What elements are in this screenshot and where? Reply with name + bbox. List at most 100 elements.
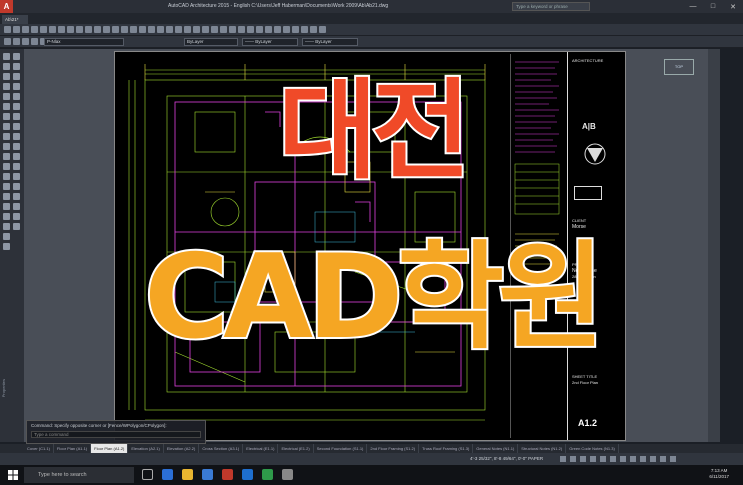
window-icon[interactable]	[220, 26, 227, 33]
layout-tab[interactable]: Elevation (A2.1)	[128, 444, 164, 453]
wall-icon[interactable]	[202, 26, 209, 33]
polar-toggle-icon[interactable]	[590, 456, 596, 462]
table-icon[interactable]	[175, 26, 182, 33]
layout-tab[interactable]: Green Code Notes (N1.3)	[566, 444, 619, 453]
line-icon[interactable]	[3, 53, 10, 60]
schedule-icon[interactable]	[283, 26, 290, 33]
table-tool-icon[interactable]	[3, 193, 10, 200]
save-icon[interactable]	[22, 26, 29, 33]
file-explorer-icon[interactable]	[182, 469, 193, 480]
new-icon[interactable]	[4, 26, 11, 33]
layout-tab[interactable]: Truss Roof Framing (S1.3)	[419, 444, 474, 453]
space-icon[interactable]	[265, 26, 272, 33]
settings-icon[interactable]	[282, 469, 293, 480]
block-icon[interactable]	[130, 26, 137, 33]
grid-toggle-icon[interactable]	[560, 456, 566, 462]
calculator-icon[interactable]	[193, 26, 200, 33]
match-icon[interactable]	[94, 26, 101, 33]
excel-icon[interactable]	[262, 469, 273, 480]
task-view-icon[interactable]	[142, 469, 153, 480]
layout-tab[interactable]: Second Foundation (S1.1)	[314, 444, 368, 453]
pan-icon[interactable]	[58, 26, 65, 33]
column-icon[interactable]	[256, 26, 263, 33]
erase-icon[interactable]	[13, 53, 20, 60]
view-icon[interactable]	[319, 26, 326, 33]
tag-icon[interactable]	[274, 26, 281, 33]
zoom-icon[interactable]	[67, 26, 74, 33]
elevation-icon[interactable]	[301, 26, 308, 33]
close-button[interactable]: ✕	[723, 0, 743, 13]
redo-icon[interactable]	[49, 26, 56, 33]
door-icon[interactable]	[211, 26, 218, 33]
xline-icon[interactable]	[3, 233, 10, 240]
layer-icon[interactable]	[85, 26, 92, 33]
layer-freeze-icon[interactable]	[13, 38, 20, 45]
align-icon[interactable]	[13, 223, 20, 230]
explode-icon[interactable]	[13, 203, 20, 210]
color-dropdown[interactable]: ByLayer	[184, 38, 238, 46]
workspace-icon[interactable]	[640, 456, 646, 462]
word-icon[interactable]	[242, 469, 253, 480]
insert-icon[interactable]	[139, 26, 146, 33]
isolate-icon[interactable]	[650, 456, 656, 462]
maximize-button[interactable]: □	[703, 0, 723, 13]
system-clock[interactable]: 7:13 AM 6/11/2017	[709, 468, 729, 480]
stair-icon[interactable]	[229, 26, 236, 33]
layout-tab[interactable]: 2nd Floor Framing (S1.2)	[367, 444, 420, 453]
layout-tab[interactable]: Cross Section (A3.1)	[199, 444, 244, 453]
donut-icon[interactable]	[3, 223, 10, 230]
paste-icon[interactable]	[112, 26, 119, 33]
autocad-logo-icon[interactable]: A	[0, 0, 13, 13]
store-icon[interactable]	[202, 469, 213, 480]
slab-icon[interactable]	[247, 26, 254, 33]
dimension-icon[interactable]	[157, 26, 164, 33]
layout-tab[interactable]: Electrical (E1.1)	[243, 444, 279, 453]
render-icon[interactable]	[310, 26, 317, 33]
text-icon[interactable]	[148, 26, 155, 33]
layout-tab[interactable]: Electrical (E1.2)	[278, 444, 314, 453]
command-input[interactable]: Type a command	[31, 431, 201, 438]
hardware-accel-icon[interactable]	[660, 456, 666, 462]
lineweight-toggle-icon[interactable]	[620, 456, 626, 462]
lineweight-dropdown[interactable]: —— ByLayer	[302, 38, 358, 46]
lengthen-icon[interactable]	[13, 213, 20, 220]
layout-tab[interactable]: Floor Plan (A1.1)	[54, 444, 92, 453]
fillet-icon[interactable]	[13, 193, 20, 200]
help-search-input[interactable]: Type a keyword or phrase	[512, 2, 590, 11]
linetype-dropdown[interactable]: —— ByLayer	[242, 38, 298, 46]
layer-lock-icon[interactable]	[22, 38, 29, 45]
undo-icon[interactable]	[40, 26, 47, 33]
layout-tab[interactable]: Structural Notes (N1.2)	[518, 444, 567, 453]
layout-tab[interactable]: General Notes (N1.1)	[473, 444, 519, 453]
cut-icon[interactable]	[121, 26, 128, 33]
autocad-task-icon[interactable]	[222, 469, 233, 480]
layout-tab[interactable]: Elevation (A2.2)	[164, 444, 200, 453]
snap-toggle-icon[interactable]	[570, 456, 576, 462]
copy-icon[interactable]	[103, 26, 110, 33]
layout-tab-active[interactable]: Floor Plan (A1.2)	[91, 444, 129, 453]
minimize-button[interactable]: —	[683, 0, 703, 13]
copy-tool-icon[interactable]	[13, 63, 20, 70]
viewcube[interactable]: TOP	[664, 59, 694, 75]
otrack-toggle-icon[interactable]	[610, 456, 616, 462]
layer-states-icon[interactable]	[4, 38, 11, 45]
osnap-toggle-icon[interactable]	[600, 456, 606, 462]
wipeout-icon[interactable]	[3, 213, 10, 220]
print-icon[interactable]	[31, 26, 38, 33]
file-tab[interactable]: Ab\21*	[2, 15, 28, 24]
open-icon[interactable]	[13, 26, 20, 33]
section-icon[interactable]	[292, 26, 299, 33]
measure-icon[interactable]	[184, 26, 191, 33]
polyline-icon[interactable]	[3, 63, 10, 70]
edge-icon[interactable]	[162, 469, 173, 480]
layer-off-icon[interactable]	[31, 38, 38, 45]
hatch-icon[interactable]	[166, 26, 173, 33]
layout-tab[interactable]: Cover (C1.1)	[24, 444, 54, 453]
revcloud-icon[interactable]	[3, 203, 10, 210]
ortho-toggle-icon[interactable]	[580, 456, 586, 462]
properties-icon[interactable]	[76, 26, 83, 33]
customize-icon[interactable]	[670, 456, 676, 462]
layer-dropdown[interactable]: P-Nlax	[44, 38, 124, 46]
taskbar-search[interactable]: Type here to search	[24, 467, 134, 483]
roof-icon[interactable]	[238, 26, 245, 33]
